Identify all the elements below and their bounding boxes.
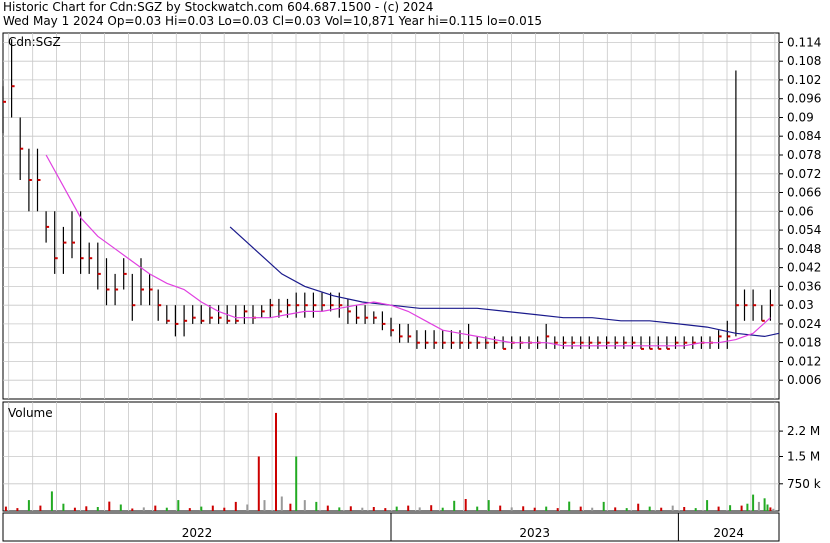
volume-y-tick-label: 1.5 M [787, 450, 820, 464]
price-y-tick-label: 0.096 [787, 92, 821, 106]
price-panel-frame [2, 32, 780, 400]
price-y-tick-label: 0.036 [787, 279, 821, 293]
price-panel-title: Cdn:SGZ [8, 35, 61, 49]
price-y-tick-label: 0.03 [787, 298, 814, 312]
price-y-tick-label: 0.108 [787, 54, 821, 68]
year-label: 2022 [182, 526, 213, 540]
price-y-tick-label: 0.042 [787, 261, 821, 275]
price-y-tick-label: 0.006 [787, 373, 821, 387]
price-y-tick-label: 0.066 [787, 186, 821, 200]
price-y-tick-label: 0.048 [787, 242, 821, 256]
year-label: 2024 [713, 526, 744, 540]
price-y-tick-label: 0.102 [787, 73, 821, 87]
price-y-tick-label: 0.06 [787, 204, 814, 218]
stock-chart: 0.006 0.012 0.018 0.024 0.03 0.036 0.042 0.048 0… [2, 32, 821, 542]
year-label: 2023 [519, 526, 550, 540]
volume-y-tick-label: 2.2 M [787, 424, 820, 438]
price-y-tick-label: 0.114 [787, 35, 821, 49]
volume-y-tick-label: 750 k [787, 477, 821, 491]
price-y-tick-label: 0.024 [787, 317, 821, 331]
volume-panel-title: Volume [8, 406, 53, 420]
price-y-tick-label: 0.054 [787, 223, 821, 237]
price-y-tick-label: 0.078 [787, 148, 821, 162]
price-y-tick-label: 0.012 [787, 355, 821, 369]
price-y-tick-label: 0.09 [787, 111, 814, 125]
price-y-tick-label: 0.072 [787, 167, 821, 181]
price-y-tick-label: 0.018 [787, 336, 821, 350]
price-y-tick-label: 0.084 [787, 129, 821, 143]
